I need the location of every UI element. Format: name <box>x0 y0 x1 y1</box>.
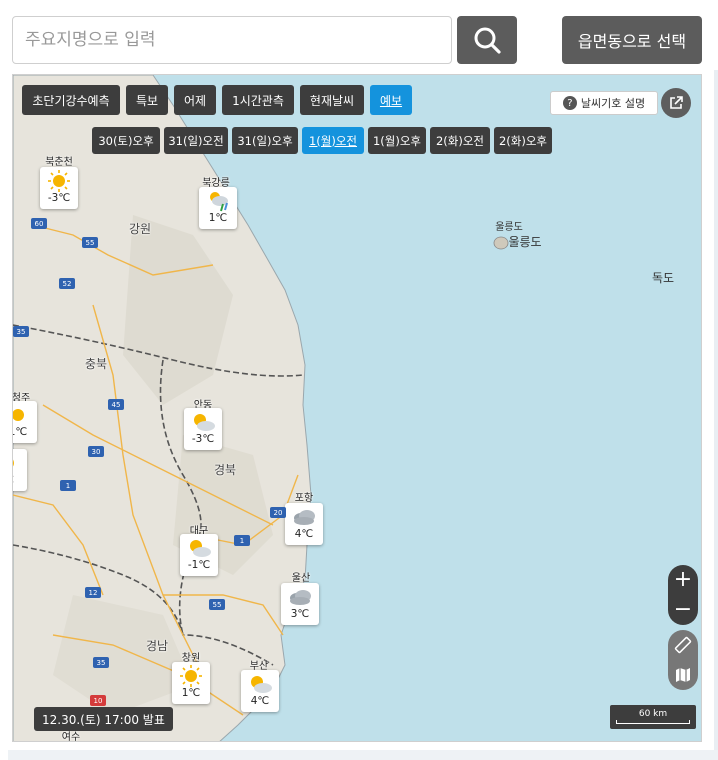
scale-label: 60 km <box>638 709 668 719</box>
tab-warning[interactable]: 특보 <box>126 85 168 115</box>
open-external-button[interactable] <box>661 88 691 118</box>
route-shield: 12 <box>85 587 101 598</box>
dokdo-label: 독도 <box>651 271 675 285</box>
weather-map[interactable]: 초단기강수예측 특보 어제 1시간관측 현재날씨 예보 30(토)오후 31(일… <box>12 74 702 742</box>
ulleungdo-label: 울릉도 <box>508 235 542 249</box>
weather-card-daegu[interactable]: -1℃ <box>180 534 218 576</box>
ruler-icon[interactable] <box>674 636 692 654</box>
map-tool-control <box>668 630 698 690</box>
region-label-gyeongnam: 경남 <box>145 639 169 653</box>
rain-snow-icon <box>210 192 228 212</box>
ulleungdo-small-label: 울릉도 <box>495 222 523 233</box>
sun-cloud-icon <box>251 676 272 693</box>
tab-forecast-label: 예보 <box>379 93 403 108</box>
temperature-value: -3℃ <box>47 192 71 204</box>
zoom-in-button[interactable]: + <box>668 569 698 591</box>
time-1-am-label: 1(월)오전 <box>308 133 358 148</box>
zoom-out-button[interactable]: − <box>668 599 698 621</box>
adjacent-panel-edge <box>714 70 718 750</box>
route-shield: 52 <box>59 278 75 289</box>
route-shield: 1 <box>234 535 250 546</box>
route-shield: 35 <box>13 326 29 337</box>
map-layer-icon[interactable] <box>674 666 692 684</box>
weather-card-andong[interactable]: -3℃ <box>184 408 222 450</box>
temperature-value: -3℃ <box>191 433 215 445</box>
scale-bar: 60 km <box>610 705 696 729</box>
time-31-am[interactable]: 31(일)오전 <box>164 127 228 154</box>
temperature-value: 1℃ <box>181 687 201 699</box>
time-30-pm[interactable]: 30(토)오후 <box>92 127 160 154</box>
ulleungdo-island <box>493 236 509 250</box>
weather-symbol-legend-button[interactable]: ? 날씨기호 설명 <box>550 91 658 115</box>
region-select-button[interactable]: 읍면동으로 선택 <box>562 16 702 64</box>
temperature-value: 4℃ <box>250 695 270 707</box>
legend-button-label: 날씨기호 설명 <box>580 97 646 110</box>
issued-time-badge: 12.30.(토) 17:00 발표 <box>34 707 173 731</box>
time-1-am[interactable]: 1(월)오전 <box>302 127 364 154</box>
region-label-chungbuk: 충북 <box>84 357 108 371</box>
route-shield: 1 <box>60 480 76 491</box>
temperature-value: ℃ <box>13 474 14 487</box>
sun-icon <box>13 409 24 421</box>
search-input[interactable] <box>13 17 451 63</box>
external-link-icon <box>670 96 683 109</box>
temperature-value: 4℃ <box>294 528 314 540</box>
sun-cloud-icon <box>190 540 211 557</box>
temperature-value: 3℃ <box>290 608 310 620</box>
weather-card-bukgangneung[interactable]: 1℃ <box>199 187 237 229</box>
city-label-ulsan: 울산 <box>291 573 311 584</box>
page-bottom-bar <box>8 750 718 760</box>
temperature-value: -1℃ <box>187 559 211 571</box>
question-icon: ? <box>562 96 577 110</box>
tab-yesterday[interactable]: 어제 <box>174 85 216 115</box>
tab-current-weather[interactable]: 현재날씨 <box>300 85 364 115</box>
weather-card-busan[interactable]: 4℃ <box>241 670 279 712</box>
time-31-pm[interactable]: 31(일)오후 <box>232 127 298 154</box>
city-label-bukchuncheon: 북춘천 <box>45 157 73 168</box>
route-shield: 55 <box>82 237 98 248</box>
route-shield: 35 <box>93 657 109 668</box>
temperature-value: 1℃ <box>13 426 28 438</box>
tab-nowcast[interactable]: 초단기강수예측 <box>22 85 120 115</box>
weather-card-cheongju-partial[interactable]: 1℃ <box>13 401 37 443</box>
time-1-pm[interactable]: 1(월)오후 <box>368 127 426 154</box>
weather-card-ulsan[interactable]: 3℃ <box>281 583 319 625</box>
tab-hourly-obs[interactable]: 1시간관측 <box>222 85 294 115</box>
sun-icon <box>180 665 202 687</box>
city-label-pohang: 포항 <box>294 493 314 504</box>
scale-rule <box>616 720 690 724</box>
route-shield: 10 <box>90 695 106 706</box>
time-2-am[interactable]: 2(화)오전 <box>430 127 490 154</box>
route-shield: 45 <box>108 399 124 410</box>
route-shield: 20 <box>270 507 286 518</box>
route-shield: 55 <box>209 599 225 610</box>
region-label-gyeongbuk: 경북 <box>213 463 237 477</box>
route-shield: 60 <box>31 218 47 229</box>
temperature-value: 1℃ <box>208 212 228 224</box>
search-box <box>12 16 452 64</box>
sun-cloud-icon <box>194 414 215 431</box>
weather-card-pohang[interactable]: 4℃ <box>285 503 323 545</box>
zoom-control: + − <box>668 565 698 625</box>
sun-icon <box>48 170 70 192</box>
cloud-icon <box>294 510 315 525</box>
weather-card-bukchuncheon[interactable]: -3℃ <box>40 167 78 209</box>
tab-forecast[interactable]: 예보 <box>370 85 412 115</box>
time-2-pm[interactable]: 2(화)오후 <box>494 127 552 154</box>
weather-card-changwon[interactable]: 1℃ <box>172 662 210 704</box>
sun-icon <box>13 459 14 467</box>
region-label-gangwon: 강원 <box>128 222 152 236</box>
route-shield: 30 <box>88 446 104 457</box>
search-button[interactable] <box>457 16 517 64</box>
weather-card-partial[interactable]: ℃ <box>13 449 27 491</box>
search-icon <box>474 27 501 54</box>
cloud-icon <box>290 590 311 605</box>
